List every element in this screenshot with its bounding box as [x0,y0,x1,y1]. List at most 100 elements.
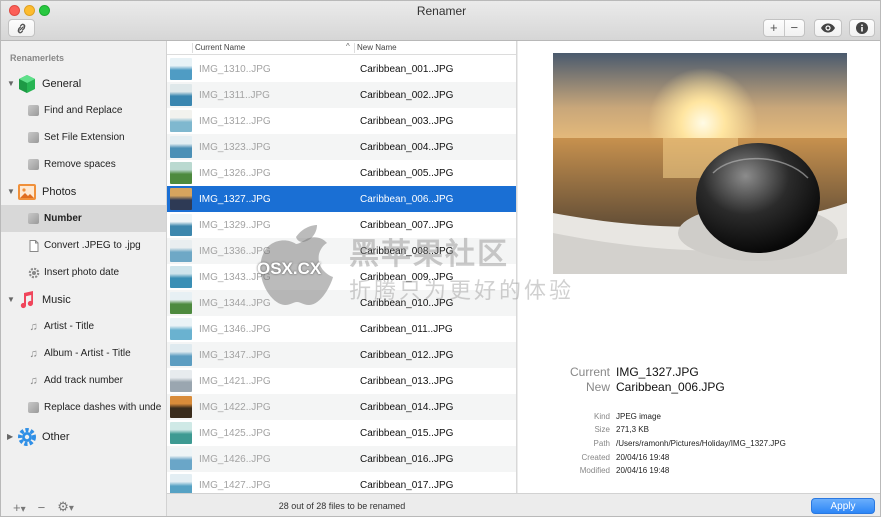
photo-thumbnail [170,474,192,493]
disclosure-triangle-icon[interactable]: ▼ [7,295,15,304]
sidebar-group-label: Photos [42,185,77,198]
current-name-cell: IMG_1312..JPG [199,116,271,127]
new-value: Caribbean_006.JPG [616,380,725,394]
photo-thumbnail [170,136,192,158]
path-label: Path [593,439,610,448]
renamerlet-cube-icon [27,212,40,225]
gear-menu-button[interactable]: ⚙▾ [57,499,74,515]
size-label: Size [594,425,610,434]
sidebar-item-album-artist-title[interactable]: ♫ Album - Artist - Title [1,340,166,367]
new-name-cell: Caribbean_011..JPG [360,324,453,335]
table-row[interactable]: IMG_1311..JPG Caribbean_002..JPG [167,82,516,108]
add-renamerlet-button[interactable]: +▾ [13,500,26,515]
disclosure-triangle-icon[interactable]: ▼ [7,79,15,88]
rename-status-text: 28 out of 28 files to be renamed [278,501,406,511]
sidebar-group-music[interactable]: ▼ Music [1,286,166,313]
sidebar-group-general[interactable]: ▼ General [1,70,166,97]
column-separator [354,43,355,53]
sidebar-item-label: Artist - Title [44,321,95,332]
sidebar-group-photos[interactable]: ▼ Photos [1,178,166,205]
table-row[interactable]: IMG_1326..JPG Caribbean_005..JPG [167,160,516,186]
photo-thumbnail [170,162,192,184]
apply-button[interactable]: Apply [811,498,875,514]
table-row[interactable]: IMG_1347..JPG Caribbean_012..JPG [167,342,516,368]
renamerlet-cube-icon [27,131,40,144]
current-value: IMG_1327.JPG [616,365,699,379]
photo-thumbnail [170,422,192,444]
table-row[interactable]: IMG_1346..JPG Caribbean_011..JPG [167,316,516,342]
current-label: Current [569,365,610,379]
link-button[interactable] [8,19,35,37]
new-name-cell: Caribbean_014..JPG [360,402,454,413]
current-name-cell: IMG_1425..JPG [199,428,271,439]
sidebar-item-label: Remove spaces [44,159,116,170]
disclosure-triangle-icon[interactable]: ▼ [7,187,15,196]
new-name-cell: Caribbean_002..JPG [360,90,454,101]
modified-value: 20/04/16 19:48 [616,466,670,475]
remove-renamerlet-button[interactable]: − [38,500,46,515]
gear-icon [27,266,40,279]
new-name-cell: Caribbean_013..JPG [360,376,454,387]
remove-button[interactable]: − [784,20,804,36]
info-button[interactable] [849,19,875,37]
table-row[interactable]: IMG_1312..JPG Caribbean_003..JPG [167,108,516,134]
new-name-cell: Caribbean_003..JPG [360,116,454,127]
new-label: New [585,380,610,394]
sidebar-item-remove-spaces[interactable]: Remove spaces [1,151,166,178]
table-row[interactable]: IMG_1323..JPG Caribbean_004..JPG [167,134,516,160]
sidebar-item-artist-title[interactable]: ♫ Artist - Title [1,313,166,340]
current-name-cell: IMG_1326..JPG [199,168,271,179]
sidebar-item-convert-jpeg[interactable]: Convert .JPEG to .jpg [1,232,166,259]
sidebar-item-number[interactable]: Number [1,205,166,232]
new-name-cell: Caribbean_005..JPG [360,168,454,179]
photo-thumbnail [170,240,192,262]
photo-thumbnail [170,292,192,314]
sidebar-item-find-and-replace[interactable]: Find and Replace [1,97,166,124]
current-name-cell: IMG_1346..JPG [199,324,271,335]
sidebar-item-label: Album - Artist - Title [44,348,131,359]
current-name-cell: IMG_1422..JPG [199,402,271,413]
column-header-current-name[interactable]: Current Name [195,43,245,52]
current-name-cell: IMG_1426..JPG [199,454,271,465]
music-note-icon: ♫ [29,320,38,333]
sidebar-bottom-bar: +▾ − ⚙▾ [1,496,166,516]
table-row[interactable]: IMG_1421..JPG Caribbean_013..JPG [167,368,516,394]
current-name-cell: IMG_1347..JPG [199,350,271,361]
sort-ascending-icon: ^ [346,42,350,51]
current-name-cell: IMG_1327..JPG [199,194,271,205]
preview-pane: Current IMG_1327.JPG New Caribbean_006.J… [518,41,880,493]
preview-toggle-button[interactable] [814,19,842,37]
sidebar-item-insert-photo-date[interactable]: Insert photo date [1,259,166,286]
new-name-cell: Caribbean_015..JPG [360,428,454,439]
photo-thumbnail [170,110,192,132]
current-name-cell: IMG_1311..JPG [199,90,270,101]
new-name-cell: Caribbean_001..JPG [360,64,454,75]
current-name-cell: IMG_1310..JPG [199,64,271,75]
photo-thumbnail [170,448,192,470]
table-row[interactable]: IMG_1310..JPG Caribbean_001..JPG [167,56,516,82]
sidebar-item-replace-dashes[interactable]: Replace dashes with unde... [1,394,166,421]
photo-thumbnail [170,344,192,366]
sidebar-item-add-track-number[interactable]: ♫ Add track number [1,367,166,394]
link-icon [17,23,26,33]
add-button[interactable]: + [764,20,784,36]
modified-label: Modified [579,466,610,475]
document-icon [27,239,40,252]
music-note-icon [20,290,33,308]
gear-icon: ⚙ [57,499,69,514]
sidebar-group-other[interactable]: ▶ Other [1,423,166,450]
table-row[interactable]: IMG_1422..JPG Caribbean_014..JPG [167,394,516,420]
table-row[interactable]: IMG_1427..JPG Caribbean_017..JPG [167,472,516,493]
sidebar-item-label: Number [44,213,82,224]
sidebar: Renamerlets ▼ General Find and Replace S… [1,41,167,516]
table-row[interactable]: IMG_1425..JPG Caribbean_015..JPG [167,420,516,446]
column-header-new-name[interactable]: New Name [357,43,397,52]
disclosure-triangle-icon[interactable]: ▶ [7,432,13,441]
table-row[interactable]: IMG_1426..JPG Caribbean_016..JPG [167,446,516,472]
path-value: /Users/ramonh/Pictures/Holiday/IMG_1327.… [616,439,786,448]
sidebar-item-set-file-extension[interactable]: Set File Extension [1,124,166,151]
music-note-icon: ♫ [29,374,38,387]
list-header: Current Name ^ New Name [167,41,516,55]
table-row[interactable]: IMG_1327..JPG Caribbean_006..JPG [167,186,516,212]
photos-icon [18,183,36,200]
